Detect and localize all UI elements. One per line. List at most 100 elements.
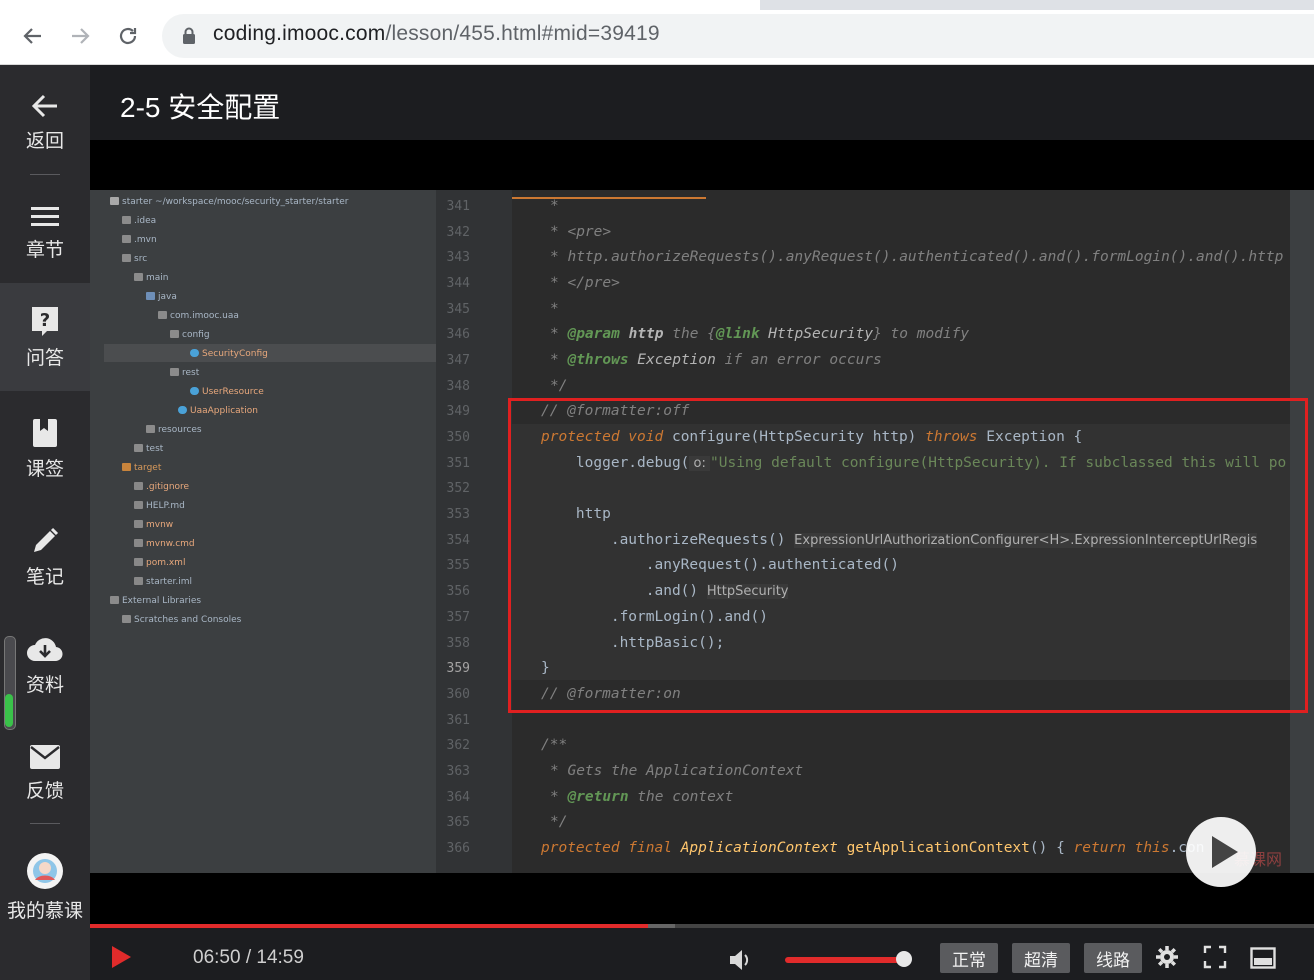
- tree-item: starter ~/workspace/mooc/security_starte…: [110, 197, 348, 207]
- back-arrow-icon: [31, 94, 57, 118]
- route-button[interactable]: 线路: [1084, 943, 1142, 973]
- code-line: *: [550, 198, 559, 214]
- tree-item: pom.xml: [134, 558, 185, 568]
- tree-item: .mvn: [122, 235, 157, 245]
- sidebar-item-label: 笔记: [25, 567, 64, 588]
- sidebar-item-label: 章节: [25, 240, 64, 261]
- tree-item: target: [122, 463, 161, 473]
- avatar: [27, 853, 63, 889]
- line-number: 353: [446, 507, 470, 522]
- mail-icon: [30, 745, 60, 769]
- url-path: /lesson/455.html#mid=39419: [385, 22, 660, 45]
- url-host: coding.imooc.com: [213, 22, 386, 45]
- editor-tab-underline: [512, 197, 706, 199]
- line-number: 347: [446, 353, 470, 368]
- code-line: */: [550, 378, 568, 394]
- play-overlay-button[interactable]: [1186, 817, 1256, 887]
- line-number: 365: [446, 815, 470, 830]
- side-volume-fill: [5, 694, 13, 727]
- line-number: 350: [446, 430, 470, 445]
- quality-normal-button[interactable]: 正常: [940, 943, 998, 973]
- line-number: 358: [446, 636, 470, 651]
- tree-item: starter.iml: [134, 577, 192, 587]
- cloud-download-icon: [27, 638, 63, 662]
- play-button[interactable]: [110, 944, 132, 975]
- tree-item: SecurityConfig: [190, 349, 268, 359]
- sidebar-item-qa[interactable]: ? 问答: [0, 283, 90, 391]
- quality-hd-button[interactable]: 超清: [1012, 943, 1070, 973]
- tree-item: UserResource: [190, 387, 264, 397]
- sidebar-divider: [30, 174, 60, 175]
- play-icon: [1212, 836, 1238, 868]
- url-text[interactable]: coding.imooc.com/lesson/455.html#mid=394…: [213, 22, 660, 46]
- line-number: 348: [446, 379, 470, 394]
- code-line: /**: [541, 737, 568, 753]
- line-number: 364: [446, 790, 470, 805]
- ide-tool-strip: [90, 190, 104, 873]
- volume-icon[interactable]: [728, 948, 754, 977]
- tree-item: .idea: [122, 216, 156, 226]
- code-line: * Gets the ApplicationContext: [550, 763, 804, 779]
- tree-item: config: [170, 330, 210, 340]
- tree-item: Scratches and Consoles: [122, 615, 241, 625]
- bookmark-icon: [33, 419, 57, 447]
- line-number: 360: [446, 687, 470, 702]
- code-line: * @throws Exception if an error occurs: [550, 352, 882, 368]
- svg-text:?: ?: [40, 310, 50, 331]
- tree-item: rest: [170, 368, 199, 378]
- sidebar-item-label: 返回: [25, 131, 64, 152]
- sidebar-item-bookmarks[interactable]: 课签: [0, 418, 90, 481]
- code-line: * @param http the {@link HttpSecurity} t…: [550, 326, 970, 342]
- sidebar-item-notes[interactable]: 笔记: [0, 526, 90, 589]
- line-number: 349: [446, 404, 470, 419]
- gear-icon[interactable]: [1155, 945, 1179, 974]
- volume-slider[interactable]: [785, 957, 903, 963]
- duration: 14:59: [256, 947, 304, 968]
- code-line: protected final ApplicationContext getAp…: [541, 840, 1205, 856]
- tree-item: main: [134, 273, 169, 283]
- line-number: 359: [446, 661, 470, 676]
- sidebar-item-chapters[interactable]: 章节: [0, 203, 90, 262]
- tree-selection: [104, 344, 436, 362]
- volume-slider-handle[interactable]: [896, 951, 912, 967]
- tree-item: java: [146, 292, 177, 302]
- line-number: 354: [446, 533, 470, 548]
- play-icon: [112, 946, 131, 968]
- sidebar-item-feedback[interactable]: 反馈: [0, 744, 90, 803]
- reload-icon[interactable]: [112, 20, 144, 52]
- time-display: 06:50 / 14:59: [193, 947, 304, 969]
- tree-item: mvnw: [134, 520, 173, 530]
- line-number: 355: [446, 558, 470, 573]
- line-number: 357: [446, 610, 470, 625]
- line-number: 356: [446, 584, 470, 599]
- line-number: 343: [446, 250, 470, 265]
- tree-item: src: [122, 254, 147, 264]
- line-number: 363: [446, 764, 470, 779]
- lock-icon[interactable]: [182, 27, 196, 50]
- sidebar-item-my-imooc[interactable]: 我的慕课: [0, 852, 90, 923]
- wide-mode-icon[interactable]: [1250, 947, 1276, 974]
- time-separator: /: [240, 947, 257, 968]
- line-number: 362: [446, 738, 470, 753]
- sidebar-item-label: 我的慕课: [6, 901, 83, 922]
- sidebar-item-label: 问答: [25, 347, 64, 369]
- tree-item: HELP.md: [134, 501, 185, 511]
- current-time: 06:50: [193, 947, 241, 968]
- back-icon[interactable]: [17, 20, 49, 52]
- line-number: 345: [446, 302, 470, 317]
- code-line: * @return the context: [550, 789, 734, 805]
- code-line: *: [550, 301, 559, 317]
- browser-tab-active[interactable]: [0, 0, 760, 10]
- fullscreen-icon[interactable]: [1203, 945, 1227, 974]
- sidebar-item-back[interactable]: 返回: [0, 92, 90, 153]
- line-number: 342: [446, 225, 470, 240]
- question-icon: ?: [32, 306, 58, 336]
- code-line: * <pre>: [550, 224, 612, 240]
- tree-item: UaaApplication: [178, 406, 258, 416]
- line-number: 351: [446, 456, 470, 471]
- menu-icon: [31, 207, 59, 226]
- annotation-highlight-box: [508, 398, 1308, 713]
- lesson-title: 2-5 安全配置: [120, 92, 281, 123]
- line-number: 341: [446, 199, 470, 214]
- forward-icon[interactable]: [64, 20, 96, 52]
